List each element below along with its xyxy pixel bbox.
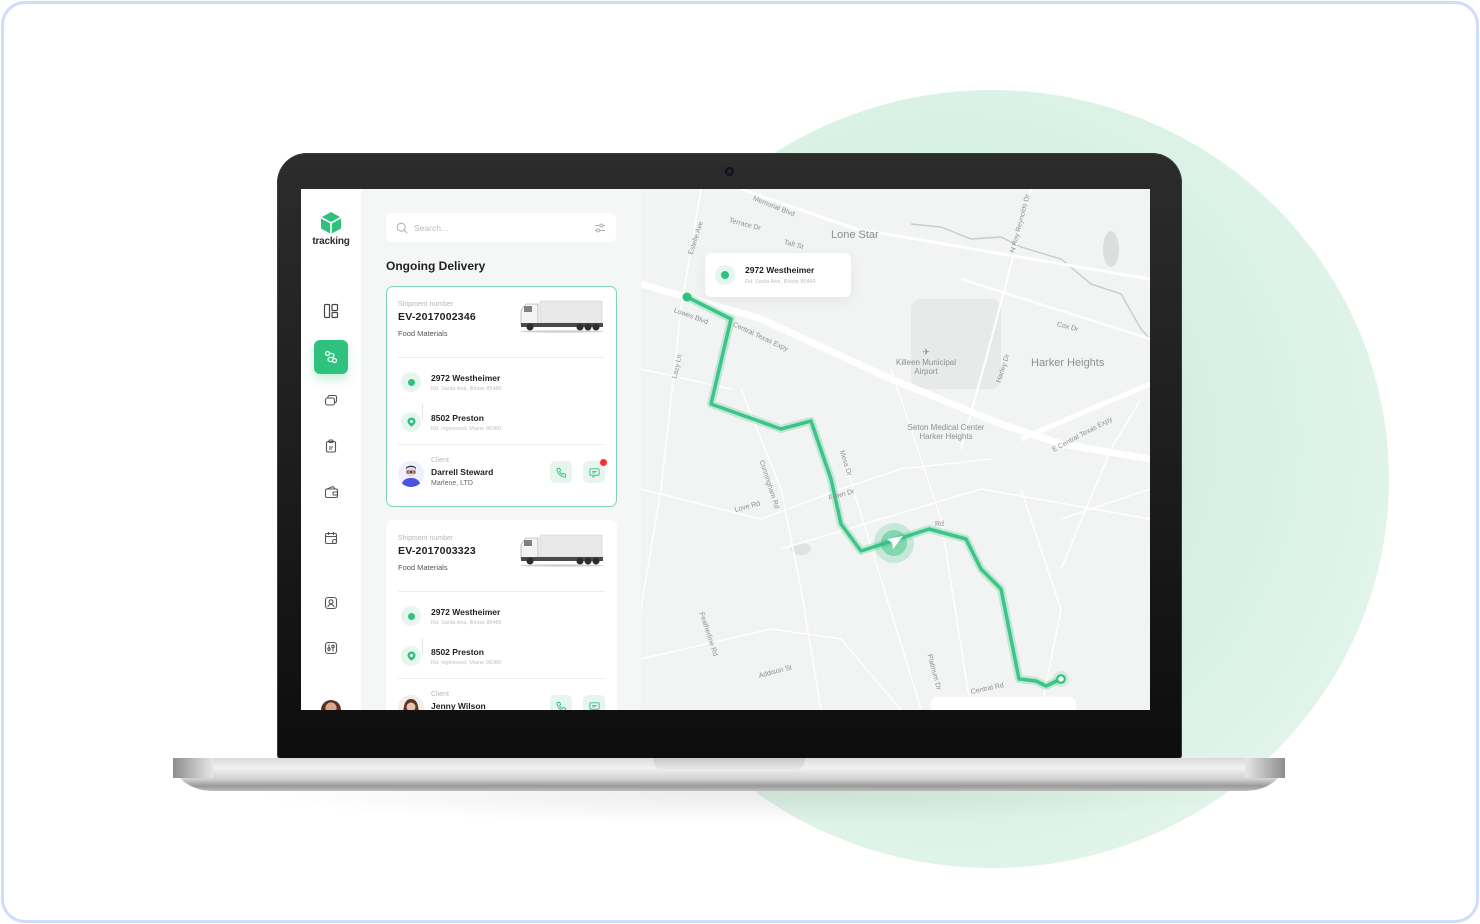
client-row: Client Darrell Steward Marlene, LTD	[387, 445, 616, 505]
client-company: Marlene, LTD	[431, 480, 473, 487]
message-icon	[588, 701, 600, 710]
message-button[interactable]	[583, 459, 607, 483]
client-label: Client	[431, 457, 449, 464]
destination-stop: 8502 Preston Rd. Inglewood, Maine 98380	[398, 410, 605, 444]
app-name: tracking	[312, 236, 350, 247]
map-town-label: Lone Star	[831, 229, 879, 241]
map-poi-label: Seton Medical Center Harker Heights	[907, 423, 985, 441]
truck-icon	[520, 534, 604, 567]
delivery-list-panel: Search... Ongoing Delivery Shipment numb…	[361, 189, 641, 710]
truck-icon	[520, 300, 604, 333]
location-pin-icon	[401, 646, 421, 666]
section-title: Ongoing Delivery	[386, 259, 486, 273]
route-end-marker	[1056, 674, 1066, 684]
phone-icon	[555, 467, 566, 478]
message-icon	[588, 467, 600, 478]
destination-stop: 8502 Preston Rd. Inglewood, Maine 98380	[398, 644, 605, 678]
origin-title: 2972 Westheimer	[431, 607, 501, 617]
destination-subtitle: Rd. Inglewood, Maine 98380	[431, 426, 502, 432]
search-input[interactable]: Search...	[386, 213, 616, 242]
unread-badge	[600, 459, 607, 466]
search-placeholder: Search...	[414, 222, 449, 233]
origin-stop: 2972 Westheimer Rd. Santa Ana, Illinois …	[398, 370, 605, 420]
sidebar-item-calendar[interactable]	[314, 521, 348, 555]
sidebar-item-routes[interactable]	[314, 340, 348, 374]
route-stops: 2972 Westheimer Rd. Santa Ana, Illinois …	[387, 358, 616, 444]
map-poi-label: ✈ Killeen Municipal Airport	[886, 347, 966, 376]
poi-airport-label: Killeen Municipal Airport	[895, 358, 957, 376]
map-bottom-card	[931, 697, 1076, 710]
sidebar-item-clipboard[interactable]	[314, 429, 348, 463]
client-name: Darrell Steward	[431, 467, 494, 477]
route-start-marker	[682, 292, 692, 302]
sidebar-item-dashboard[interactable]	[314, 294, 348, 328]
client-name: Jenny Wilson	[431, 701, 486, 710]
sliders-icon	[324, 641, 338, 655]
destination-title: 8502 Preston	[431, 413, 484, 423]
call-button[interactable]	[550, 695, 572, 710]
map-view[interactable]: 2972 Westheimer Rd. Santa Ana, Illinois …	[641, 189, 1150, 710]
wallet-icon	[324, 485, 338, 499]
webcam	[725, 167, 734, 176]
sidebar-item-profile[interactable]	[314, 586, 348, 620]
origin-subtitle: Rd. Santa Ana, Illinois 85486	[431, 386, 502, 392]
chat-bubbles-icon	[324, 394, 338, 406]
delivery-card[interactable]: Shipment number EV-2017003323 Food Mater…	[386, 520, 617, 710]
destination-subtitle: Rd. Inglewood, Maine 98380	[431, 660, 502, 666]
client-row: Client Jenny Wilson	[387, 679, 616, 710]
sidebar-item-messages[interactable]	[314, 384, 348, 418]
origin-subtitle: Rd. Santa Ana, Illinois 85486	[431, 620, 502, 626]
filter-sliders-icon[interactable]	[594, 222, 606, 234]
client-avatar	[398, 695, 424, 710]
client-avatar	[398, 461, 424, 487]
user-card-icon	[324, 596, 338, 610]
phone-icon	[555, 701, 566, 710]
delivery-card[interactable]: Shipment number EV-2017002346 Food Mater…	[386, 286, 617, 507]
popup-title: 2972 Westheimer	[745, 265, 815, 275]
app-logo[interactable]: tracking	[311, 211, 351, 247]
calendar-icon	[324, 532, 338, 545]
location-pin-icon	[401, 412, 421, 432]
airplane-icon: ✈	[922, 347, 930, 357]
origin-dot-icon	[401, 606, 421, 626]
clipboard-icon	[325, 439, 337, 453]
client-label: Client	[431, 691, 449, 698]
popup-subtitle: Rd. Santa Ana, Illinois 85486	[745, 279, 816, 285]
laptop-notch	[653, 758, 805, 771]
cube-icon	[320, 212, 342, 234]
sidebar: tracking	[301, 189, 361, 710]
sidebar-item-settings[interactable]	[314, 631, 348, 665]
location-dot-icon	[715, 265, 735, 285]
dashboard-grid-icon	[323, 303, 339, 319]
route-icon	[324, 350, 338, 364]
map-location-popup[interactable]: 2972 Westheimer Rd. Santa Ana, Illinois …	[705, 253, 851, 297]
search-icon	[396, 222, 408, 233]
sidebar-item-wallet[interactable]	[314, 475, 348, 509]
user-avatar[interactable]	[321, 700, 341, 710]
message-button[interactable]	[583, 695, 605, 710]
app-screen: tracking Search... Ongoing Delivery Ship…	[301, 189, 1150, 710]
map-town-label: Harker Heights	[1031, 357, 1105, 369]
lake-area	[1103, 231, 1119, 267]
street-label: Rd	[935, 521, 944, 528]
call-button[interactable]	[550, 461, 572, 483]
origin-title: 2972 Westheimer	[431, 373, 501, 383]
origin-dot-icon	[401, 372, 421, 392]
origin-stop: 2972 Westheimer Rd. Santa Ana, Illinois …	[398, 604, 605, 654]
destination-title: 8502 Preston	[431, 647, 484, 657]
route-stops: 2972 Westheimer Rd. Santa Ana, Illinois …	[387, 592, 616, 678]
